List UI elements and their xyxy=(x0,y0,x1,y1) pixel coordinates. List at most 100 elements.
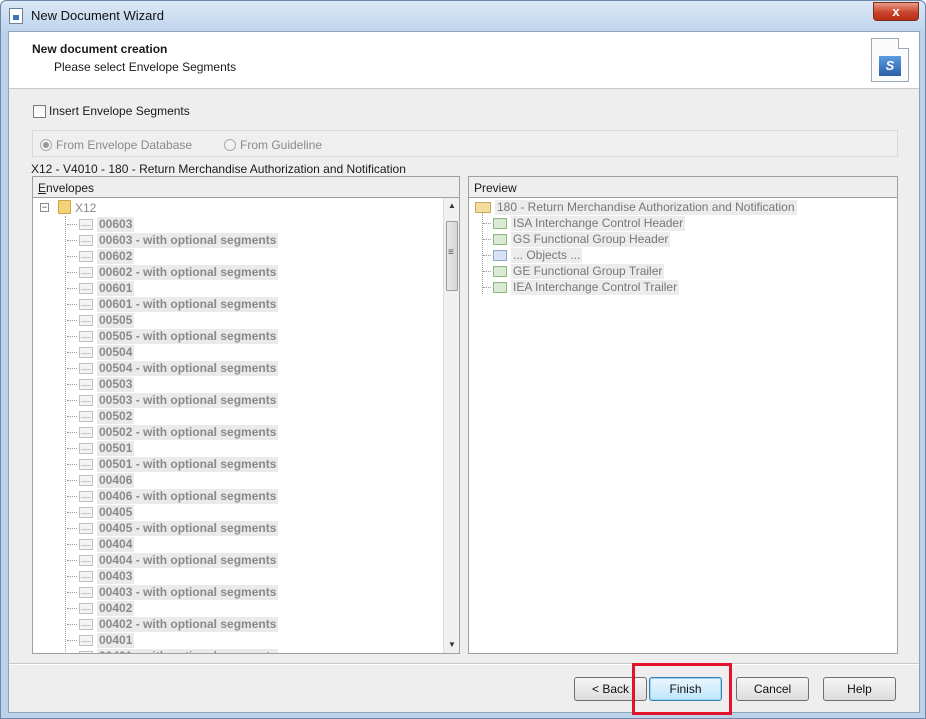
envelope-icon xyxy=(79,506,93,518)
envelope-item-label: 00602 - with optional segments xyxy=(97,264,279,280)
folder-icon xyxy=(58,200,71,214)
collapse-icon[interactable]: − xyxy=(40,203,49,212)
envelope-item[interactable]: 00503 - with optional segments xyxy=(67,392,279,408)
envelope-item-label: 00602 xyxy=(97,248,135,264)
envelope-item[interactable]: 00502 - with optional segments xyxy=(67,424,279,440)
envelope-item-label: 00503 - with optional segments xyxy=(97,392,279,408)
envelope-item-label: 00601 - with optional segments xyxy=(97,296,279,312)
envelope-item[interactable]: 00404 xyxy=(67,536,135,552)
tree-connector xyxy=(67,255,77,257)
envelope-icon xyxy=(79,458,93,470)
preview-item[interactable]: GS Functional Group Header xyxy=(483,232,671,247)
envelope-icon xyxy=(79,218,93,230)
preview-item[interactable]: GE Functional Group Trailer xyxy=(483,264,665,279)
envelope-item[interactable]: 00502 xyxy=(67,408,135,424)
radio-from-envelope-database[interactable]: From Envelope Database xyxy=(40,138,192,152)
insert-envelope-segments-option[interactable]: Insert Envelope Segments xyxy=(33,103,190,119)
envelope-item[interactable]: 00402 - with optional segments xyxy=(67,616,279,632)
tree-connector xyxy=(67,271,77,273)
envelope-icon xyxy=(79,346,93,358)
tree-connector xyxy=(67,511,77,513)
radio-from-guideline[interactable]: From Guideline xyxy=(224,138,322,152)
envelope-item-label: 00503 xyxy=(97,376,135,392)
scroll-up-arrow-icon[interactable]: ▲ xyxy=(444,198,459,214)
envelopes-tree[interactable]: − X12 00603 00603 - with optional segment… xyxy=(33,198,443,653)
scroll-down-arrow-icon[interactable]: ▼ xyxy=(444,637,459,653)
tree-connector xyxy=(67,447,77,449)
envelope-item[interactable]: 00401 - with optional segments xyxy=(67,648,279,653)
envelope-icon xyxy=(79,490,93,502)
envelopes-panel: Envelopes − X12 00603 00603 - with option… xyxy=(32,176,460,654)
envelope-item[interactable]: 00406 - with optional segments xyxy=(67,488,279,504)
tree-connector xyxy=(67,639,77,641)
envelope-item-label: 00404 xyxy=(97,536,135,552)
envelope-item[interactable]: 00602 - with optional segments xyxy=(67,264,279,280)
envelope-item[interactable]: 00406 xyxy=(67,472,135,488)
envelope-item[interactable]: 00504 xyxy=(67,344,135,360)
tree-connector xyxy=(67,623,77,625)
envelope-item-label: 00402 xyxy=(97,600,135,616)
envelope-item-label: 00502 - with optional segments xyxy=(97,424,279,440)
envelope-icon xyxy=(79,426,93,438)
envelope-item-label: 00405 xyxy=(97,504,135,520)
tree-connector xyxy=(67,351,77,353)
envelope-item-label: 00401 - with optional segments xyxy=(97,648,279,653)
envelopes-scrollbar[interactable]: ▲ ▼ xyxy=(443,198,459,653)
envelope-item[interactable]: 00402 xyxy=(67,600,135,616)
envelope-icon xyxy=(79,522,93,534)
envelope-item[interactable]: 00405 xyxy=(67,504,135,520)
envelope-item[interactable]: 00501 xyxy=(67,440,135,456)
envelope-icon xyxy=(79,618,93,630)
title-bar[interactable]: New Document Wizard x xyxy=(1,1,925,31)
tree-connector xyxy=(483,239,491,240)
envelope-item[interactable]: 00503 xyxy=(67,376,135,392)
envelope-item[interactable]: 00501 - with optional segments xyxy=(67,456,279,472)
envelope-item[interactable]: 00505 - with optional segments xyxy=(67,328,279,344)
envelope-item-label: 00504 xyxy=(97,344,135,360)
tree-connector xyxy=(67,367,77,369)
envelope-icon xyxy=(79,314,93,326)
envelope-icon xyxy=(79,234,93,246)
envelope-item-label: 00402 - with optional segments xyxy=(97,616,279,632)
envelope-item[interactable]: 00404 - with optional segments xyxy=(67,552,279,568)
preview-item[interactable]: ISA Interchange Control Header xyxy=(483,216,686,231)
envelope-icon xyxy=(79,250,93,262)
envelope-item[interactable]: 00403 - with optional segments xyxy=(67,584,279,600)
envelope-icon xyxy=(79,474,93,486)
envelope-icon xyxy=(79,378,93,390)
insert-envelope-segments-label: Insert Envelope Segments xyxy=(49,104,190,118)
envelope-item[interactable]: 00504 - with optional segments xyxy=(67,360,279,376)
envelope-item[interactable]: 00405 - with optional segments xyxy=(67,520,279,536)
scrollbar-thumb[interactable] xyxy=(446,221,458,291)
tree-connector xyxy=(483,287,491,288)
radio-selected-icon xyxy=(40,139,52,151)
preview-tree[interactable]: 180 - Return Merchandise Authorization a… xyxy=(469,198,897,653)
envelope-item[interactable]: 00603 xyxy=(67,216,135,232)
envelope-item-label: 00403 - with optional segments xyxy=(97,584,279,600)
cancel-button[interactable]: Cancel xyxy=(736,677,809,701)
tree-connector xyxy=(67,399,77,401)
insert-envelope-segments-checkbox[interactable] xyxy=(33,104,46,118)
radio-unselected-icon xyxy=(224,139,236,151)
envelope-item-label: 00603 xyxy=(97,216,135,232)
preview-item[interactable]: IEA Interchange Control Trailer xyxy=(483,280,680,295)
envelope-item[interactable]: 00401 xyxy=(67,632,135,648)
envelope-item[interactable]: 00602 xyxy=(67,248,135,264)
envelope-item[interactable]: 00403 xyxy=(67,568,135,584)
help-button[interactable]: Help xyxy=(823,677,896,701)
preview-panel: Preview 180 - Return Merchandise Authori… xyxy=(468,176,898,654)
envelope-item-label: 00404 - with optional segments xyxy=(97,552,279,568)
app-icon xyxy=(9,8,23,24)
objects-folder-icon xyxy=(493,250,507,261)
close-button[interactable]: x xyxy=(873,2,919,21)
preview-root[interactable]: 180 - Return Merchandise Authorization a… xyxy=(475,200,797,215)
envelope-item[interactable]: 00601 xyxy=(67,280,135,296)
envelope-item[interactable]: 00601 - with optional segments xyxy=(67,296,279,312)
preview-item[interactable]: ... Objects ... xyxy=(483,248,583,263)
envelope-item-label: 00504 - with optional segments xyxy=(97,360,279,376)
envelope-item[interactable]: 00603 - with optional segments xyxy=(67,232,279,248)
tree-connector xyxy=(483,223,491,224)
envelope-item[interactable]: 00505 xyxy=(67,312,135,328)
wizard-header: New document creation Please select Enve… xyxy=(9,32,919,89)
tree-root-label[interactable]: X12 xyxy=(75,201,96,215)
